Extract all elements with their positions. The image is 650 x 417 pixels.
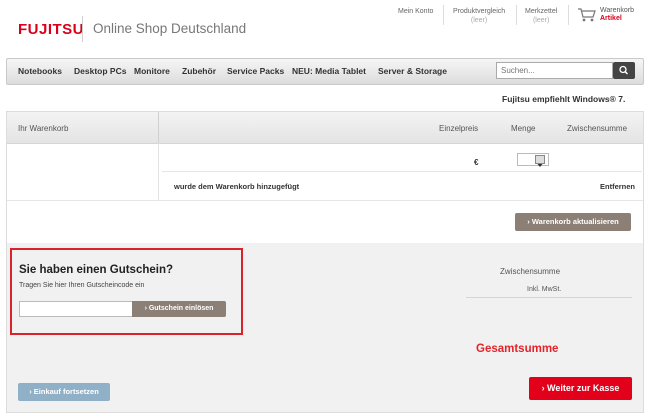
redeem-voucher-button[interactable]: › Gutschein einlösen [132, 301, 226, 317]
header-divider [158, 112, 159, 143]
produktvergleich-status: (leer) [470, 17, 488, 24]
merkzettel-status: (leer) [532, 17, 550, 24]
toplink-divider [516, 5, 517, 25]
merkzettel-link[interactable]: Merkzettel (leer) [525, 7, 557, 25]
quantity-dropdown[interactable] [535, 155, 545, 167]
mein-konto-label: Mein Konto [398, 8, 434, 15]
produktvergleich-link[interactable]: Produktvergleich (leer) [453, 7, 505, 25]
warenkorb-label: Warenkorb [600, 7, 634, 14]
voucher-subtitle: Tragen Sie hier Ihren Gutscheincode ein [19, 282, 145, 289]
voucher-title: Sie haben einen Gutschein? [19, 264, 174, 276]
search-input[interactable] [496, 62, 613, 79]
fujitsu-logo[interactable]: FUJITSU [18, 21, 84, 38]
column-einzelpreis: Einzelpreis [439, 124, 479, 133]
update-cart-button[interactable]: › Warenkorb aktualisieren [515, 213, 631, 231]
nav-item-server-storage[interactable]: Server & Storage [378, 66, 447, 76]
continue-shopping-button[interactable]: › Einkauf fortsetzen [18, 383, 110, 401]
checkout-button[interactable]: › Weiter zur Kasse [529, 377, 632, 400]
warenkorb-link[interactable]: Warenkorb Artikel [600, 7, 634, 23]
added-to-cart-message: wurde dem Warenkorb hinzugefügt [174, 182, 300, 191]
column-zwischensumme: Zwischensumme [567, 124, 628, 133]
tax-label: Inkl. MwSt. [527, 286, 562, 293]
cart-header [7, 112, 643, 144]
summary-divider [466, 297, 632, 298]
subtotal-label: Zwischensumme [500, 267, 561, 276]
nav-item-service-packs[interactable]: Service Packs [227, 66, 284, 76]
toplink-divider [443, 5, 444, 25]
remove-item-link[interactable]: Entfernen [600, 182, 635, 191]
search-icon [619, 65, 629, 75]
nav-item-monitore[interactable]: Monitore [134, 66, 170, 76]
merkzettel-label: Merkzettel [525, 8, 558, 15]
warenkorb-count: Artikel [600, 15, 622, 22]
mein-konto-link[interactable]: Mein Konto [398, 7, 433, 16]
voucher-box [10, 248, 243, 335]
nav-item-zubehoer[interactable]: Zubehör [182, 66, 216, 76]
row-divider [158, 143, 159, 201]
cart-title: Ihr Warenkorb [18, 124, 69, 133]
windows-recommendation: Fujitsu empfiehlt Windows® 7. [502, 94, 626, 104]
toplink-divider [568, 5, 569, 25]
chevron-down-icon [537, 164, 543, 167]
logo-divider [82, 16, 83, 42]
voucher-code-input[interactable] [19, 301, 133, 317]
total-label: Gesamtsumme [476, 343, 559, 355]
nav-item-desktop-pcs[interactable]: Desktop PCs [74, 66, 126, 76]
search-button[interactable] [613, 62, 635, 79]
row-divider [7, 200, 643, 201]
nav-item-notebooks[interactable]: Notebooks [18, 66, 62, 76]
column-menge: Menge [511, 124, 536, 133]
price-currency: € [474, 158, 479, 167]
shopping-cart-icon[interactable] [577, 7, 597, 27]
row-divider [162, 171, 642, 172]
produktvergleich-label: Produktvergleich [453, 8, 506, 15]
shop-title: Online Shop Deutschland [93, 21, 247, 36]
nav-item-media-tablet[interactable]: NEU: Media Tablet [292, 66, 366, 76]
